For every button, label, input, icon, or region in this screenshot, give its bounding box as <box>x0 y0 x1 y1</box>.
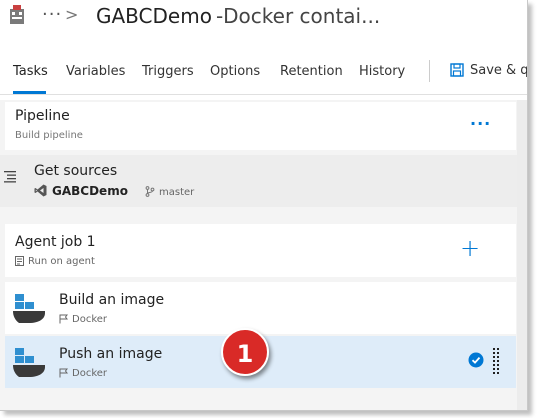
tab-options[interactable]: Options <box>210 64 260 79</box>
get-sources-title: Get sources <box>34 163 118 179</box>
agent-job-row[interactable]: Agent job 1 Run on agent + <box>5 224 516 277</box>
pipeline-row[interactable]: Pipeline Build pipeline ··· <box>5 102 516 150</box>
active-tab-indicator <box>13 91 46 94</box>
more-options-button[interactable]: ··· <box>470 114 491 133</box>
task-subtitle-label: Docker <box>72 368 108 379</box>
pipeline-subtitle-label: Build pipeline <box>15 130 83 141</box>
pipeline-subtitle: -Docker contai... <box>215 4 381 28</box>
task-title: Build an image <box>59 292 165 308</box>
visual-studio-icon <box>34 184 47 197</box>
task-title: Push an image <box>59 346 163 362</box>
list-icon <box>4 171 16 183</box>
header: ··· > GABCDemo -Docker contai... <box>0 0 527 48</box>
page-title: GABCDemo -Docker contai... <box>96 4 380 28</box>
chevron-right-icon: > <box>65 5 79 24</box>
server-icon <box>15 256 24 266</box>
branch-name: master <box>145 186 194 198</box>
tab-history[interactable]: History <box>359 64 405 79</box>
flag-icon <box>59 368 68 378</box>
docker-icon <box>13 294 45 323</box>
agent-job-title: Agent job 1 <box>15 234 96 250</box>
tab-bar: Tasks Variables Triggers Options Retenti… <box>0 54 527 95</box>
docker-icon <box>13 348 45 377</box>
repo-label: GABCDemo <box>52 184 128 198</box>
repo-name: GABCDemo <box>34 184 128 198</box>
toolbar-divider <box>429 60 430 82</box>
branch-label: master <box>159 187 195 198</box>
drag-handle-icon[interactable] <box>493 348 499 376</box>
tab-variables[interactable]: Variables <box>66 64 125 79</box>
add-task-button[interactable]: + <box>460 234 480 262</box>
breadcrumb-more-button[interactable]: ··· <box>42 4 62 25</box>
task-subtitle: Docker <box>59 314 107 325</box>
pipeline-title: Pipeline <box>15 108 70 124</box>
task-row-build-image[interactable]: Build an image Docker <box>5 282 516 334</box>
tab-tasks[interactable]: Tasks <box>13 64 48 79</box>
pipeline-name[interactable]: GABCDemo <box>96 4 212 28</box>
tab-triggers[interactable]: Triggers <box>142 64 194 79</box>
agent-job-subtitle-label: Run on agent <box>28 256 95 267</box>
build-logo-icon <box>10 5 24 24</box>
get-sources-row[interactable]: Get sources GABCDemo master <box>0 155 517 207</box>
save-icon <box>450 63 464 77</box>
save-label: Save & q <box>470 63 528 78</box>
window: ··· > GABCDemo -Docker contai... Tasks Va… <box>0 0 528 411</box>
branch-icon <box>145 186 155 197</box>
task-subtitle-label: Docker <box>72 314 108 325</box>
flag-icon <box>59 314 68 324</box>
task-subtitle: Docker <box>59 368 107 379</box>
tab-retention[interactable]: Retention <box>280 64 343 79</box>
save-button[interactable]: Save & q <box>450 63 528 78</box>
scrollbar[interactable] <box>517 100 527 410</box>
agent-job-subtitle: Run on agent <box>15 256 95 267</box>
checkmark-circle-icon <box>468 352 484 368</box>
callout-badge: 1 <box>221 328 269 376</box>
